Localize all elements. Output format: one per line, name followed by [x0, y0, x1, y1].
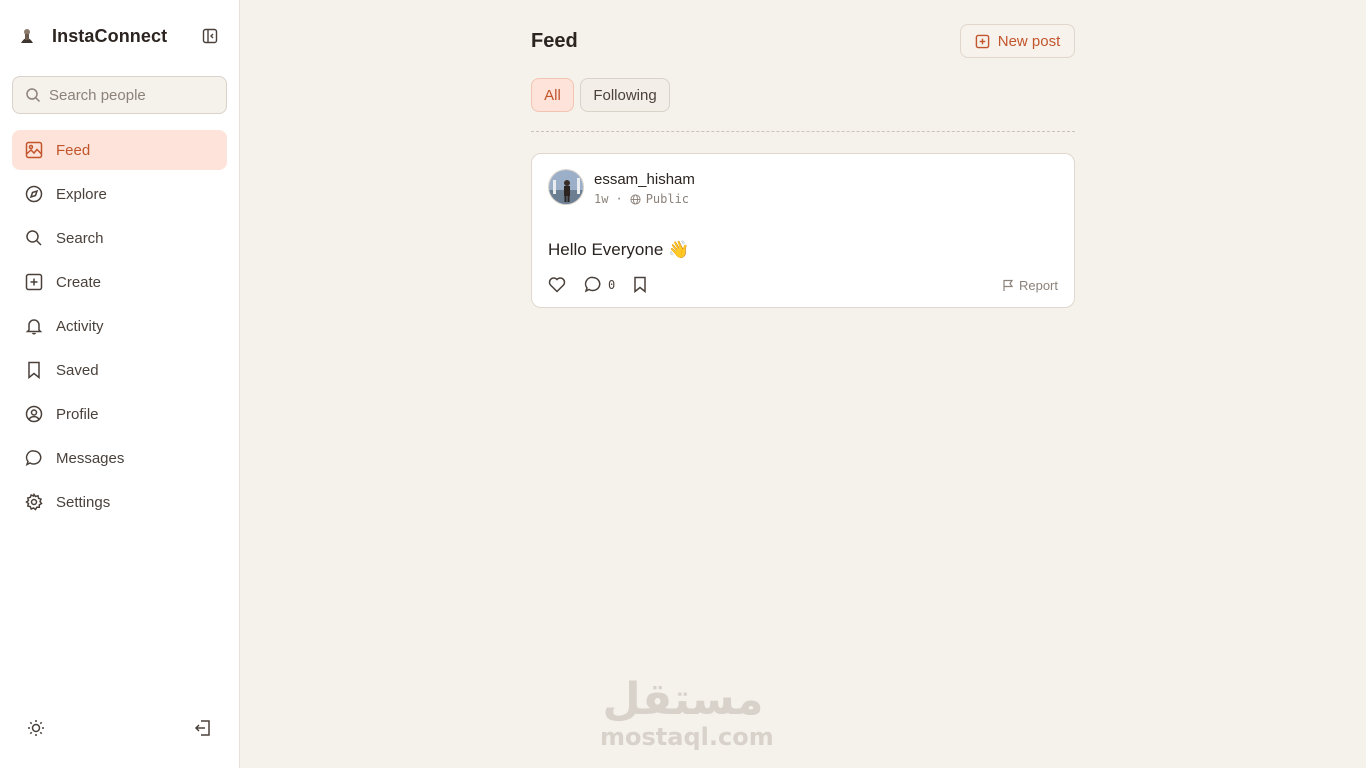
comment-count: 0 — [608, 277, 616, 292]
user-circle-icon — [24, 404, 44, 424]
brand[interactable]: InstaConnect — [18, 24, 167, 48]
plus-square-icon — [24, 272, 44, 292]
sidebar: InstaConnect Feed — [0, 0, 240, 768]
post-username[interactable]: essam_hisham — [594, 171, 695, 188]
sidebar-item-activity[interactable]: Activity — [12, 306, 227, 346]
sidebar-item-messages[interactable]: Messages — [12, 438, 227, 478]
sidebar-item-label: Create — [56, 273, 102, 291]
search-icon — [25, 87, 41, 103]
sidebar-item-label: Profile — [56, 405, 99, 423]
search-icon — [24, 228, 44, 248]
bookmark-icon[interactable] — [633, 276, 647, 293]
watermark: مستقل mostaql.com — [600, 674, 774, 751]
bell-icon — [24, 316, 44, 336]
image-icon — [24, 140, 44, 160]
search-people-field[interactable] — [12, 76, 227, 114]
message-circle-icon — [24, 448, 44, 468]
sidebar-item-create[interactable]: Create — [12, 262, 227, 302]
new-post-button[interactable]: New post — [960, 24, 1075, 58]
tab-following[interactable]: Following — [580, 78, 670, 112]
report-label: Report — [1018, 278, 1058, 293]
search-people-input[interactable] — [49, 86, 209, 104]
post-card: essam_hisham 1w · Public Hello Everyone … — [531, 153, 1075, 308]
post-meta: 1w · Public — [594, 192, 689, 206]
sidebar-item-profile[interactable]: Profile — [12, 394, 227, 434]
feed-divider — [531, 131, 1075, 132]
sidebar-item-explore[interactable]: Explore — [12, 174, 227, 214]
app-title: InstaConnect — [52, 25, 168, 46]
tab-all[interactable]: All — [531, 78, 574, 112]
sidebar-item-feed[interactable]: Feed — [12, 130, 227, 170]
sidebar-item-label: Messages — [56, 449, 125, 467]
post-actions: 0 — [548, 276, 647, 293]
logout-icon[interactable] — [193, 718, 213, 738]
like-heart-icon[interactable] — [548, 276, 566, 293]
globe-icon — [630, 193, 641, 205]
bookmark-icon — [24, 360, 44, 380]
comment-icon — [584, 276, 602, 293]
sidebar-item-label: Explore — [56, 185, 107, 203]
plus-square-icon — [975, 34, 990, 49]
sidebar-item-label: Search — [56, 229, 104, 247]
watermark-latin: mostaql.com — [600, 723, 774, 751]
post-text: Hello Everyone 👋 — [548, 240, 690, 259]
sidebar-item-saved[interactable]: Saved — [12, 350, 227, 390]
gear-icon — [24, 492, 44, 512]
theme-toggle-sun-icon[interactable] — [26, 718, 46, 738]
sidebar-item-label: Saved — [56, 361, 99, 379]
flag-icon — [1002, 279, 1014, 292]
sidebar-item-settings[interactable]: Settings — [12, 482, 227, 522]
sidebar-item-search[interactable]: Search — [12, 218, 227, 258]
app-logo-icon — [18, 27, 36, 45]
sidebar-nav: Feed Explore Search Create Activity Save… — [12, 130, 227, 526]
compass-icon — [24, 184, 44, 204]
watermark-arabic: مستقل — [602, 674, 764, 725]
new-post-label: New post — [997, 32, 1061, 50]
page-title: Feed — [531, 30, 578, 52]
report-button[interactable]: Report — [1002, 278, 1058, 293]
comment-button[interactable]: 0 — [584, 276, 615, 293]
post-time: 1w — [594, 192, 609, 206]
avatar[interactable] — [548, 169, 584, 205]
meta-separator: · — [615, 192, 623, 206]
sidebar-item-label: Feed — [56, 141, 91, 159]
sidebar-item-label: Settings — [56, 493, 111, 511]
sidebar-item-label: Activity — [56, 317, 104, 335]
sidebar-collapse-icon[interactable] — [200, 26, 220, 46]
post-visibility: Public — [645, 192, 690, 206]
